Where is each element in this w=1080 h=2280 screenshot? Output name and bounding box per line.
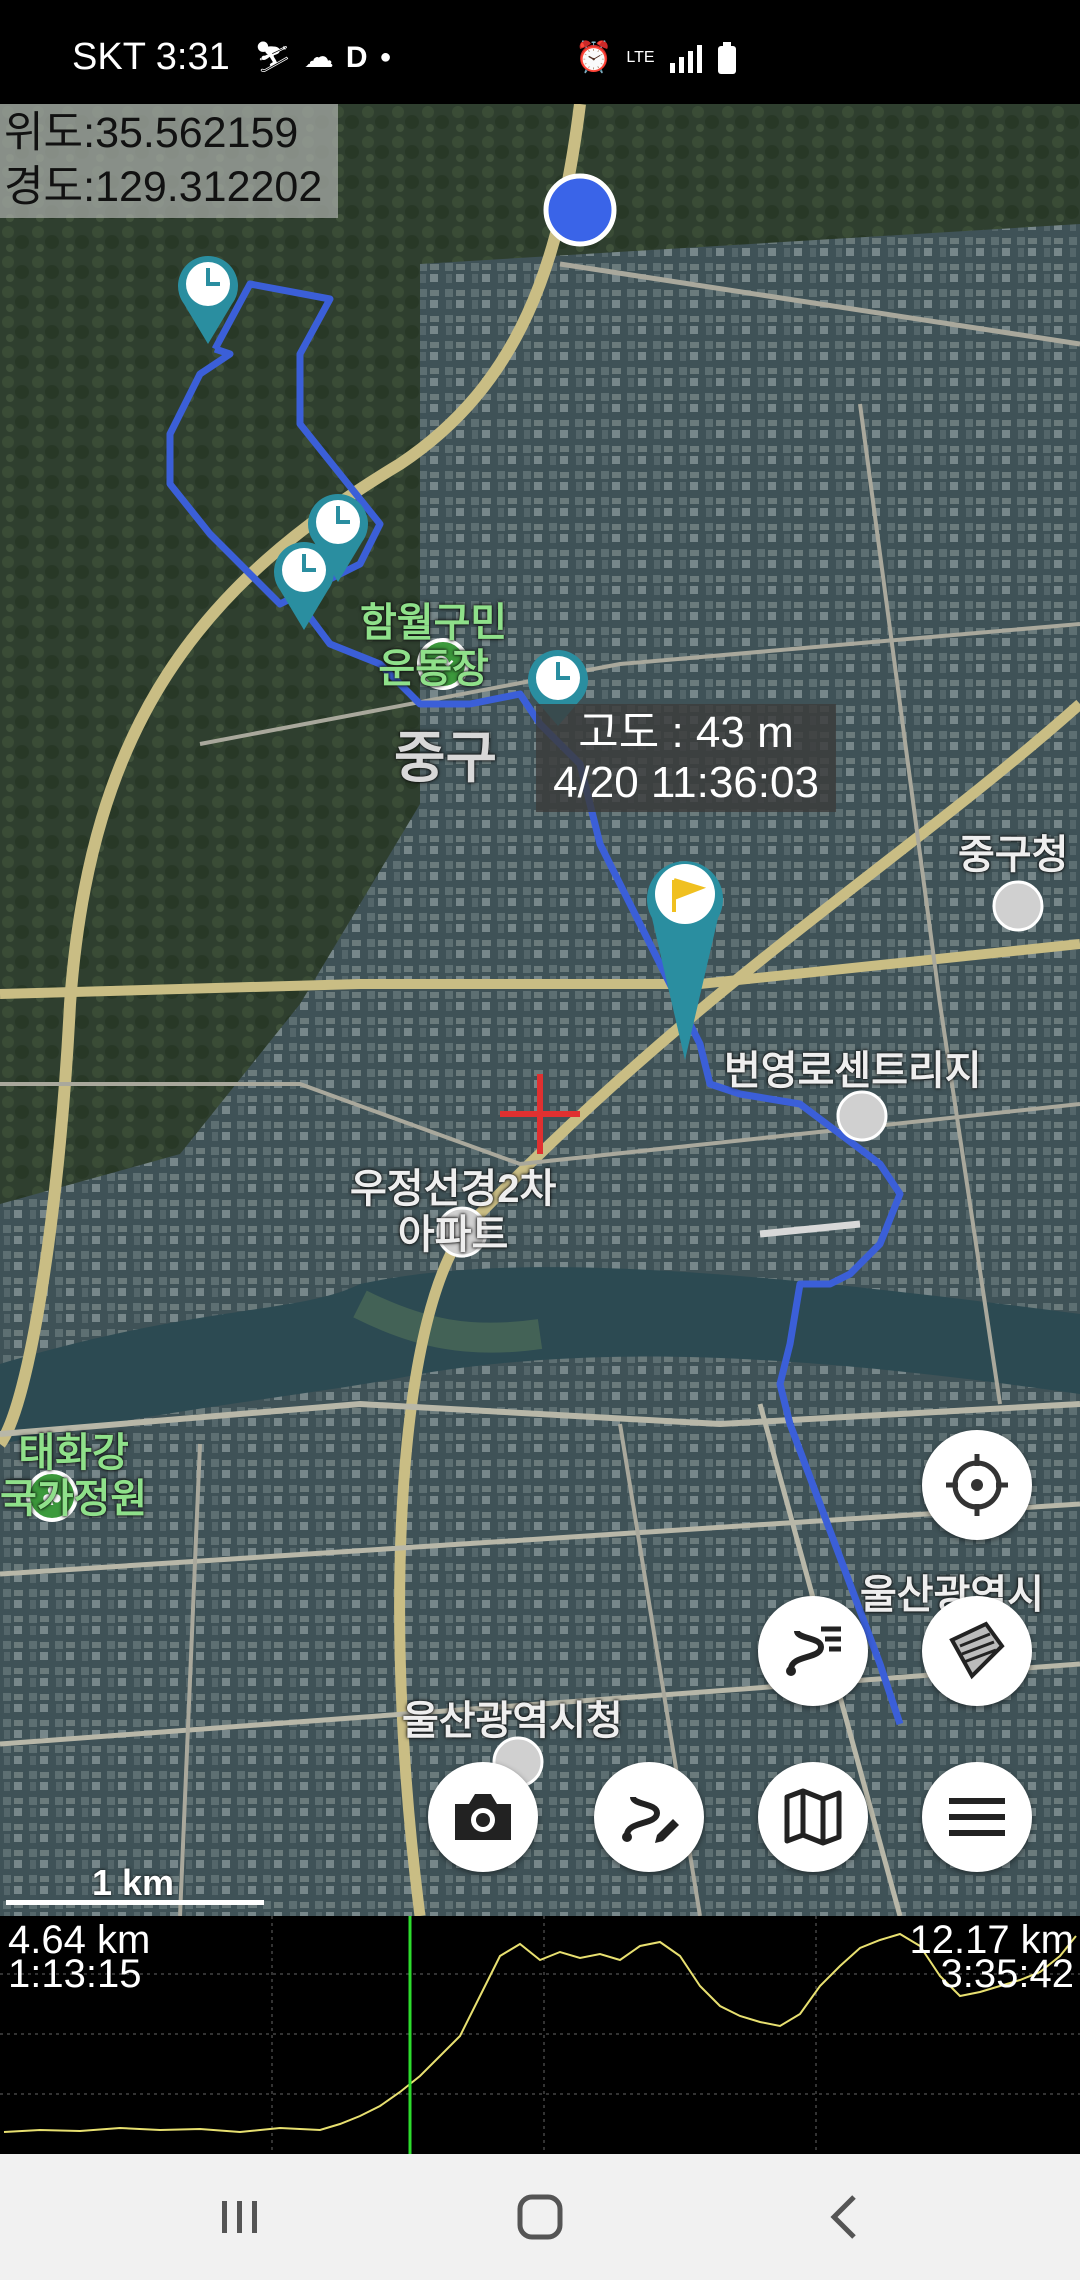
camera-button[interactable]	[428, 1762, 538, 1872]
altitude-text: 고도 : 43 m	[578, 708, 794, 757]
waypoint-marker[interactable]	[176, 254, 240, 346]
map-label-garden: 태화강 국가정원	[0, 1431, 148, 1521]
signal-icon	[669, 44, 702, 73]
navigation-bar	[0, 2154, 1080, 2280]
longitude-text: 경도:129.312202	[4, 163, 323, 211]
status-left: SKT 3:31 ⛷ ☁ D ●	[72, 36, 392, 79]
home-button[interactable]	[500, 2184, 580, 2250]
layers-icon	[949, 1621, 1005, 1680]
coordinates-box: 위도:35.562159 경도:129.312202	[0, 104, 338, 218]
datetime-text: 4/20 11:36:03	[553, 758, 819, 807]
route-edit-icon	[622, 1795, 679, 1843]
map-label-city-hall: 울산광역시청	[402, 1699, 623, 1743]
satellite-map[interactable]: ⟳ ♣ 함월구민 운동장 중구 중구청 번영로센트리지 우정선경2차 아파트 태…	[0, 104, 1080, 1916]
scale-bar: 1 km	[6, 1862, 266, 1905]
camera-icon	[455, 1794, 511, 1840]
recent-apps-button[interactable]	[200, 2184, 280, 2250]
route-list-button[interactable]	[758, 1596, 868, 1706]
map-icon	[784, 1788, 842, 1846]
home-icon	[517, 2194, 563, 2240]
system-icons: ⏰ LTE	[575, 40, 737, 75]
carrier-time: SKT 3:31	[72, 36, 230, 78]
hiker-icon: ⛷	[253, 41, 292, 74]
current-time: 1:13:15	[8, 1952, 142, 1996]
point-info-tooltip: 고도 : 43 m 4/20 11:36:03	[536, 704, 836, 812]
scale-label: 1 km	[92, 1862, 175, 1903]
d-app-icon: D	[345, 40, 368, 74]
scale-line	[6, 1900, 264, 1905]
battery-icon	[717, 41, 736, 74]
waypoint-marker[interactable]	[272, 540, 336, 632]
map-label-district: 중구	[394, 726, 498, 789]
map-label-bridge: 번영로센트리지	[724, 1049, 982, 1093]
map-button[interactable]	[758, 1762, 868, 1872]
cloud-icon: ☁	[303, 41, 334, 74]
more-dot-icon: ●	[379, 46, 392, 68]
elevation-profile-line	[3, 1932, 1077, 2134]
notification-icons: ⛷ ☁ D ●	[254, 40, 392, 75]
latitude-text: 위도:35.562159	[4, 109, 299, 157]
map-label-stadium: 함월구민 운동장	[360, 601, 508, 691]
map-label-apartment: 우정선경2차 아파트	[350, 1167, 557, 1257]
back-button[interactable]	[804, 2184, 884, 2250]
menu-button[interactable]	[922, 1762, 1032, 1872]
layers-button[interactable]	[922, 1596, 1032, 1706]
alarm-icon: ⏰	[575, 41, 613, 74]
lte-icon: LTE	[626, 48, 655, 66]
route-edit-button[interactable]	[594, 1762, 704, 1872]
recent-apps-icon	[222, 2201, 257, 2233]
back-icon	[830, 2195, 856, 2239]
crosshair-icon	[946, 1454, 1008, 1516]
map-label-ward-office: 중구청	[958, 833, 1069, 877]
hamburger-menu-icon	[949, 1798, 1005, 1836]
my-location-button[interactable]	[922, 1430, 1032, 1540]
total-time: 3:35:42	[940, 1952, 1074, 1996]
elevation-graph[interactable]: 4.64 km 1:13:15 12.17 km 3:35:42	[0, 1916, 1080, 2154]
route-list-icon	[786, 1626, 841, 1676]
status-bar: SKT 3:31 ⛷ ☁ D ● ⏰ LTE	[0, 0, 1080, 104]
flag-marker[interactable]	[644, 828, 726, 1064]
